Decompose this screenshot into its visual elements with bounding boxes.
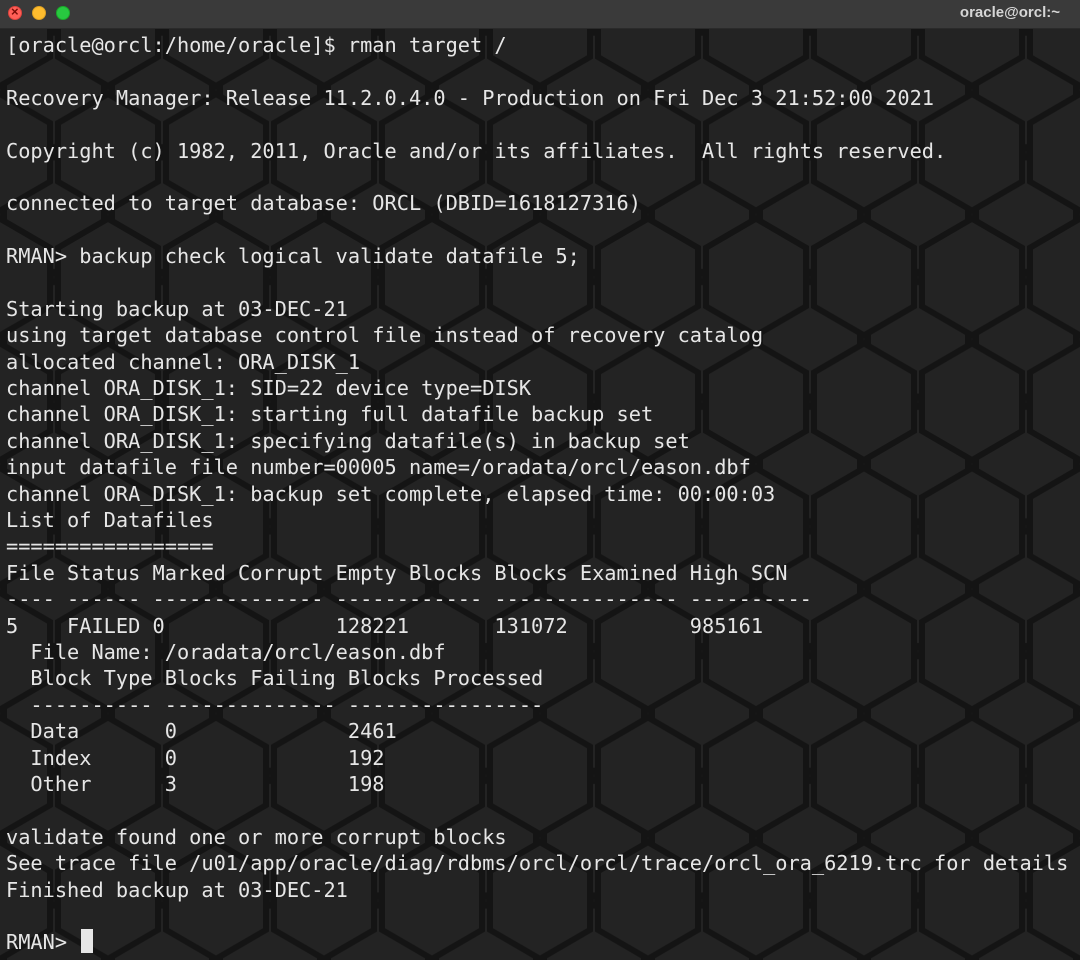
terminal-line: validate found one or more corrupt block… [6,824,1074,850]
terminal-line-text: ================= [6,534,214,559]
terminal-line: 5 FAILED 0 128221 131072 985161 [6,613,1074,639]
terminal-line: ---------- -------------- --------------… [6,692,1074,718]
terminal-line: Starting backup at 03-DEC-21 [6,296,1074,322]
terminal-line-text: allocated channel: ORA_DISK_1 [6,349,361,374]
zoom-window-button[interactable] [56,6,70,20]
terminal-line: connected to target database: ORCL (DBID… [6,190,1074,216]
terminal-line: Other 3 198 [6,771,1074,797]
terminal-line: ================= [6,533,1074,559]
terminal-line-text: Data 0 2461 [6,719,397,744]
terminal-line: Recovery Manager: Release 11.2.0.4.0 - P… [6,85,1074,111]
terminal-line-text: Other 3 198 [6,771,385,796]
terminal-line: Copyright (c) 1982, 2011, Oracle and/or … [6,138,1074,164]
terminal-line: RMAN> [6,929,1074,955]
terminal-line: using target database control file inste… [6,322,1074,348]
terminal-line: Index 0 192 [6,745,1074,771]
terminal-line: channel ORA_DISK_1: specifying datafile(… [6,428,1074,454]
minimize-window-button[interactable] [32,6,46,20]
terminal-line: channel ORA_DISK_1: backup set complete,… [6,481,1074,507]
terminal-line-text: File Name: /oradata/orcl/eason.dbf [6,639,446,664]
terminal-line-text: input datafile file number=00005 name=/o… [6,455,751,480]
terminal-line: Finished backup at 03-DEC-21 [6,877,1074,903]
terminal-line: See trace file /u01/app/oracle/diag/rdbm… [6,850,1074,876]
terminal-line: File Status Marked Corrupt Empty Blocks … [6,560,1074,586]
terminal-line: [oracle@orcl:/home/oracle]$ rman target … [6,32,1074,58]
terminal-line-text: connected to target database: ORCL (DBID… [6,191,641,216]
terminal-line-text: using target database control file inste… [6,323,764,348]
terminal-window: oracle@orcl:~ [oracle@orcl:/home/oracle]… [0,0,1080,960]
terminal-line: List of Datafiles [6,507,1074,533]
terminal-line-text: channel ORA_DISK_1: specifying datafile(… [6,428,690,453]
terminal-line-text: Recovery Manager: Release 11.2.0.4.0 - P… [6,85,934,110]
terminal-line-text: ---- ------ -------------- ------------ … [6,587,812,612]
terminal-line: Block Type Blocks Failing Blocks Process… [6,665,1074,691]
terminal-line-text: RMAN> backup check logical validate data… [6,244,580,269]
terminal-line: RMAN> backup check logical validate data… [6,243,1074,269]
terminal-line-text: Index 0 192 [6,745,385,770]
terminal-line-text: See trace file /u01/app/oracle/diag/rdbm… [6,851,1069,876]
terminal-line: ---- ------ -------------- ------------ … [6,586,1074,612]
terminal-line-text: Copyright (c) 1982, 2011, Oracle and/or … [6,138,947,163]
terminal-line-text: Block Type Blocks Failing Blocks Process… [6,666,544,691]
terminal-line-text: channel ORA_DISK_1: starting full datafi… [6,402,654,427]
terminal-line-text: Starting backup at 03-DEC-21 [6,296,348,321]
close-window-button[interactable] [8,4,22,20]
terminal-line-text: validate found one or more corrupt block… [6,824,507,849]
terminal-line-text: File Status Marked Corrupt Empty Blocks … [6,560,788,585]
terminal-line-text: channel ORA_DISK_1: backup set complete,… [6,481,776,506]
title-bar: oracle@orcl:~ [0,0,1080,29]
terminal-line: allocated channel: ORA_DISK_1 [6,349,1074,375]
terminal-line: input datafile file number=00005 name=/o… [6,454,1074,480]
terminal-line: channel ORA_DISK_1: SID=22 device type=D… [6,375,1074,401]
terminal-line: Data 0 2461 [6,718,1074,744]
terminal-line-text: [oracle@orcl:/home/oracle]$ rman target … [6,33,507,57]
terminal-line-text: channel ORA_DISK_1: SID=22 device type=D… [6,376,532,401]
terminal-line-text: List of Datafiles [6,508,214,533]
terminal-output[interactable]: [oracle@orcl:/home/oracle]$ rman target … [6,32,1074,956]
terminal-line: File Name: /oradata/orcl/eason.dbf [6,639,1074,665]
terminal-line-text: Finished backup at 03-DEC-21 [6,877,348,902]
terminal-line-text: RMAN> [6,930,80,955]
terminal-line-text: 5 FAILED 0 128221 131072 985161 [6,613,764,638]
text-cursor [81,929,94,954]
window-title: oracle@orcl:~ [959,4,1060,21]
terminal-line-text: ---------- -------------- --------------… [6,692,544,717]
terminal-line: channel ORA_DISK_1: starting full datafi… [6,401,1074,427]
